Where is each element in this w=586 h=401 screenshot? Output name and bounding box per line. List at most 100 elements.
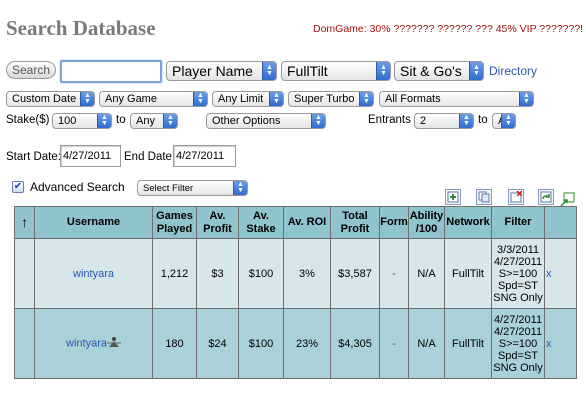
directory-link[interactable]: Directory [489,64,537,78]
total-profit-cell: $4,305 [330,308,380,379]
filter-cell: 4/27/2011 4/27/2011 S>=100 Spd=ST SNG On… [491,308,545,379]
header-form[interactable]: Form [379,206,409,239]
table-row: wintyara 180 $24 $100 23% $4,305 - N/A F… [14,308,577,379]
select-filter-value: Select Filter [143,182,194,194]
filter-cell: 3/3/2011 4/27/2011 S>=100 Spd=ST SNG Onl… [491,238,545,309]
select-arrows-icon: ▲ ▼ [269,92,283,106]
header-av-profit[interactable]: Av. Profit [196,206,239,239]
select-arrows-icon: ▲ ▼ [501,114,515,128]
select-arrows-icon: ▲ ▼ [193,92,207,106]
entrants-to-label: to [478,114,488,126]
end-date-label: End Date: [124,151,176,163]
entrants-to-select[interactable]: Any ▲▼ [492,113,516,129]
filter-line: 4/27/2011 [493,313,543,326]
form-cell: - [379,238,409,309]
site-select[interactable]: FullTilt ▲ ▼ [281,61,391,81]
format-select[interactable]: Sit & Go's ▲ ▼ [394,61,484,81]
username-cell: wintyara [34,308,153,379]
format-value: Sit & Go's [400,63,462,79]
header-av-stake[interactable]: Av. Stake [238,206,284,239]
other-options-select[interactable]: Other Options ▲ ▼ [206,113,326,129]
table-header-row: ↑ Username Games Played Av. Profit Av. S… [14,206,577,239]
form-link[interactable]: - [392,338,396,350]
remove-row-button[interactable]: x [546,268,552,280]
header-filter[interactable]: Filter [491,206,545,239]
select-arrows-icon: ▲ ▼ [233,181,247,195]
search-type-value: Player Name [172,63,253,79]
select-arrows-icon: ▲ ▼ [359,92,373,106]
delete-row-icon[interactable] [508,189,524,205]
stake-to-label: to [116,114,126,126]
game-value: Any Game [105,93,157,105]
results-table: ↑ Username Games Played Av. Profit Av. S… [14,206,577,379]
game-select[interactable]: Any Game ▲ ▼ [99,91,208,107]
roi-cell: 23% [283,308,331,379]
header-games-played[interactable]: Games Played [152,206,197,239]
stake-label: Stake($) [6,114,50,126]
entrants-from-value: 2 [420,115,427,127]
refresh-icon[interactable] [538,189,554,205]
username-link[interactable]: wintyara [66,337,107,349]
select-arrows-icon: ▲ ▼ [80,92,94,106]
copy-table-icon[interactable] [476,189,492,205]
filter-line: 3/3/2011 [496,243,539,256]
filter-line: 4/27/2011 [493,255,543,268]
all-formats-select[interactable]: All Formats ▲ ▼ [379,91,534,107]
select-arrows-icon: ▲ ▼ [519,92,533,106]
select-arrows-icon: ▲ ▼ [376,62,390,80]
promo-banner[interactable]: DomGame: 30% ??????? ?????? ??? 45% VIP … [313,23,583,35]
remove-row-button[interactable]: x [546,338,552,350]
header-remove [544,206,577,239]
stake-from-value: 100 [58,115,77,127]
network-cell: FullTilt [444,238,492,309]
speed-select[interactable]: Super Turbo ▲ ▼ [288,91,374,107]
header-av-roi[interactable]: Av. ROI [283,206,331,239]
start-date-label: Start Date: [6,151,61,163]
total-profit-cell: $3,587 [330,238,380,309]
header-ability[interactable]: Ability /100 [408,206,445,239]
start-date-input[interactable]: 4/27/2011 [60,145,121,167]
row-spacer [14,308,35,379]
filter-line: Spd=ST [497,279,539,292]
end-date-input[interactable]: 4/27/2011 [173,145,236,167]
stake-to-select[interactable]: Any ▲ ▼ [130,113,178,129]
filter-line: Spd=ST [497,349,539,362]
form-cell: - [379,308,409,379]
header-network[interactable]: Network [444,206,492,239]
username-cell: wintyara [34,238,153,309]
select-filter-dropdown[interactable]: Select Filter ▲ ▼ [137,180,248,196]
stake-to-value: Any [136,115,155,127]
remove-cell: x [544,308,577,379]
stake-cell: $100 [238,308,284,379]
stake-from-select[interactable]: 100 ▲ ▼ [52,113,112,129]
search-input[interactable] [60,60,162,83]
row-spacer [14,238,35,309]
advanced-search-label: Advanced Search [30,180,125,194]
roi-cell: 3% [283,238,331,309]
form-link[interactable]: - [392,268,396,280]
advanced-search-checkbox[interactable]: ✔ [12,181,24,193]
select-arrows-icon: ▲ ▼ [469,62,483,80]
search-button[interactable]: Search [6,61,56,79]
username-link[interactable]: wintyara [73,268,114,280]
games-cell: 180 [152,308,197,379]
all-formats-value: All Formats [385,93,441,105]
sort-arrow-icon[interactable]: ↑ [14,206,35,239]
limit-select[interactable]: Any Limit ▲ ▼ [212,91,284,107]
entrants-from-select[interactable]: 2 ▲ ▼ [414,113,474,129]
header-total-profit[interactable]: Total Profit [330,206,380,239]
header-username[interactable]: Username [34,206,153,239]
page-title: Search Database [6,16,156,40]
other-options-value: Other Options [212,115,281,127]
select-arrows-icon: ▲ ▼ [459,114,473,128]
profit-cell: $24 [196,308,239,379]
site-value: FullTilt [287,63,328,79]
table-row: wintyara 1,212 $3 $100 3% $3,587 - N/A F… [14,238,577,309]
filter-line: SNG Only [493,291,543,304]
add-row-icon[interactable] [445,189,461,205]
date-range-select[interactable]: Custom Date ▲ ▼ [6,91,95,107]
games-cell: 1,212 [152,238,197,309]
filter-line: SNG Only [493,361,543,374]
filter-line: S>=100 [498,337,538,350]
search-type-select[interactable]: Player Name ▲ ▼ [166,61,277,81]
